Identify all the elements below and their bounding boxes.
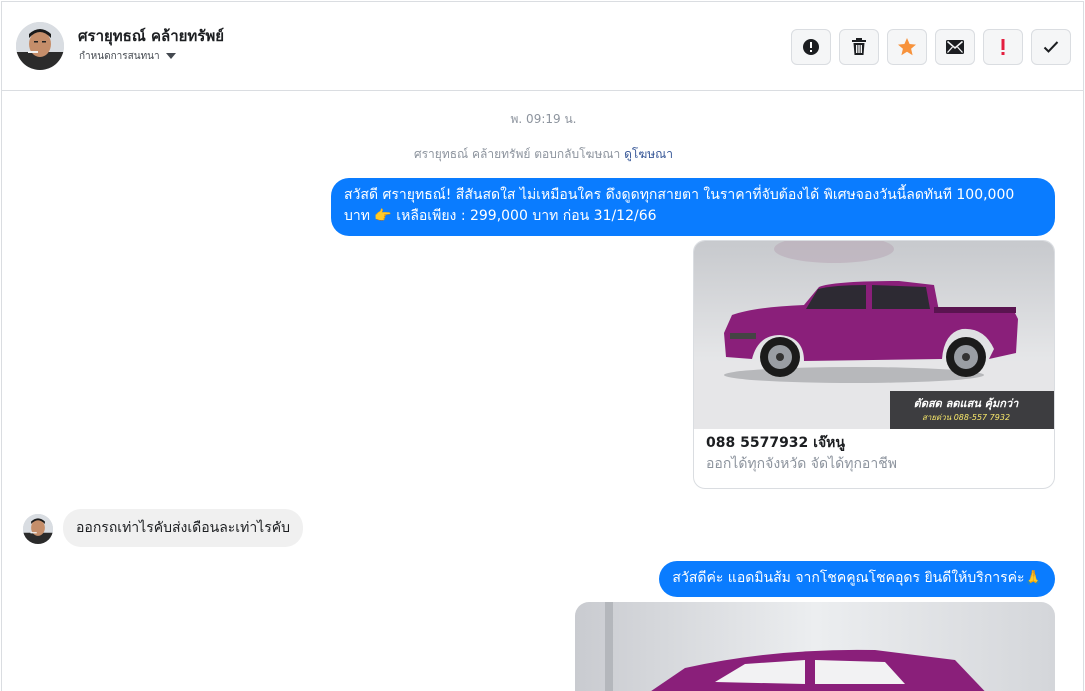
assign-conversation-dropdown[interactable]: กำหนดการสนทนา [79, 48, 176, 64]
follow-up-button[interactable] [983, 29, 1023, 65]
contact-avatar[interactable] [16, 22, 64, 70]
star-icon [898, 38, 916, 56]
outgoing-message[interactable]: สวัสดีค่ะ แอดมินส้ม จากโชคคูณโชคอุดร ยิน… [659, 561, 1055, 597]
mark-spam-button[interactable] [791, 29, 831, 65]
incoming-message[interactable]: ออกรถเท่าไรคับส่งเดือนละเท่าไรคับ [63, 509, 303, 547]
mark-done-button[interactable] [1031, 29, 1071, 65]
delete-button[interactable] [839, 29, 879, 65]
alert-circle-icon [803, 39, 819, 55]
view-ad-link[interactable]: ดูโฆษณา [624, 147, 673, 161]
ad-card-title[interactable]: 088 5577932 เจ๊หนู [706, 432, 845, 454]
conversation-area[interactable]: พ. 09:19 น. ศรายุทธณ์ คล้ายทรัพย์ ตอบกลั… [2, 92, 1083, 691]
car-photo-attachment[interactable] [575, 602, 1055, 691]
customer-avatar[interactable] [23, 514, 53, 544]
ad-card-subtitle: ออกได้ทุกจังหวัด จัดได้ทุกอาชีพ [706, 456, 897, 472]
message-timestamp: พ. 09:19 น. [510, 112, 577, 126]
ad-overlay-phone: สายด่วน 088-557 7932 [922, 413, 1010, 422]
assign-conversation-label: กำหนดการสนทนา [79, 50, 160, 62]
ad-reply-notice: ศรายุทธณ์ คล้ายทรัพย์ ตอบกลับโฆษณา ดูโฆษ… [2, 145, 1083, 164]
thread-header: ศรายุทธณ์ คล้ายทรัพย์ กำหนดการสนทนา [2, 2, 1083, 91]
ad-overlay-headline: ตัดสด ลดแสน คุ้มกว่า [914, 397, 1019, 411]
checkmark-icon [1043, 41, 1059, 53]
outgoing-message[interactable]: สวัสดี ศรายุทธณ์! สีสันสดใส ไม่เหมือนใคร… [331, 178, 1055, 236]
thread-actions [791, 29, 1071, 65]
ad-car-image[interactable]: ตัดสด ลดแสน คุ้มกว่า สายด่วน 088-557 793… [694, 241, 1054, 429]
star-button[interactable] [887, 29, 927, 65]
mark-unread-button[interactable] [935, 29, 975, 65]
caret-down-icon [165, 53, 176, 59]
exclamation-icon [1001, 39, 1005, 55]
envelope-icon [946, 40, 964, 54]
messenger-thread: ศรายุทธณ์ คล้ายทรัพย์ กำหนดการสนทนา พ. 0… [1, 1, 1084, 691]
contact-name[interactable]: ศรายุทธณ์ คล้ายทรัพย์ [78, 24, 224, 48]
ad-preview-card[interactable]: ตัดสด ลดแสน คุ้มกว่า สายด่วน 088-557 793… [693, 240, 1055, 489]
ad-reply-text: ศรายุทธณ์ คล้ายทรัพย์ ตอบกลับโฆษณา [413, 147, 621, 161]
trash-icon [852, 38, 866, 55]
